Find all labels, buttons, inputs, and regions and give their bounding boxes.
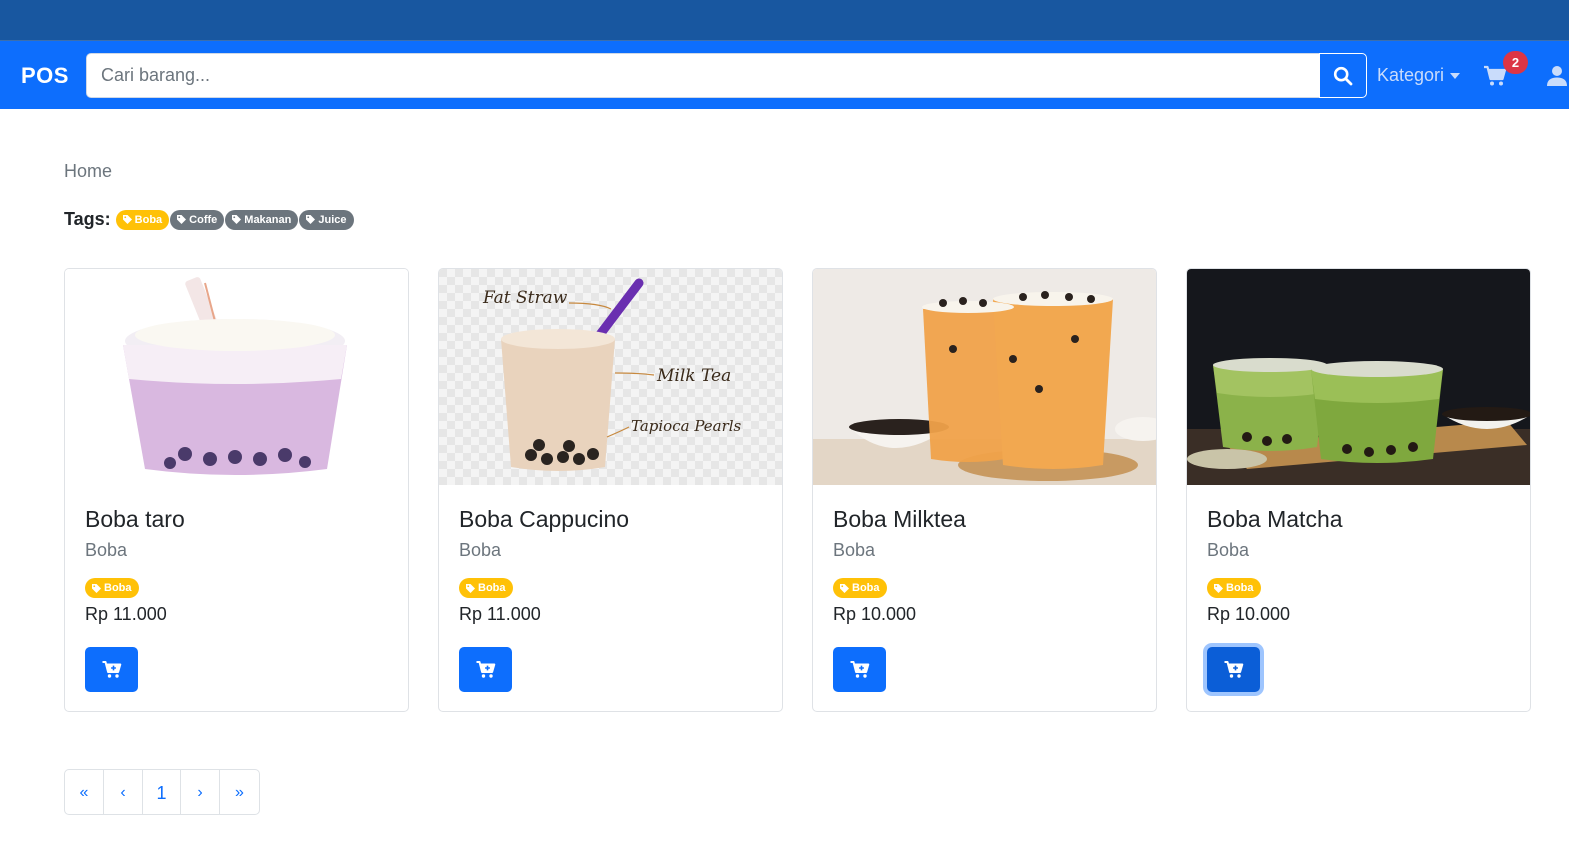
search-icon bbox=[1333, 66, 1353, 85]
add-to-cart-button[interactable] bbox=[1207, 647, 1260, 692]
breadcrumb-home[interactable]: Home bbox=[64, 161, 112, 182]
pagination-last[interactable]: » bbox=[220, 770, 259, 814]
product-card: Boba Milktea Boba Boba Rp 10.000 bbox=[812, 268, 1157, 712]
tag-icon bbox=[840, 583, 849, 593]
pagination-next[interactable]: › bbox=[181, 770, 220, 814]
tags-label: Tags: bbox=[64, 209, 111, 229]
product-category: Boba bbox=[459, 540, 502, 560]
brand-logo[interactable]: POS bbox=[21, 63, 69, 89]
tag-label: Boba bbox=[134, 213, 163, 226]
product-name[interactable]: Boba Cappucino bbox=[459, 506, 629, 533]
cart-plus-icon bbox=[850, 660, 869, 678]
kategori-label: Kategori bbox=[1377, 65, 1445, 85]
tag-icon bbox=[466, 583, 475, 593]
add-to-cart-button[interactable] bbox=[833, 647, 886, 692]
kategori-dropdown[interactable]: Kategori bbox=[1377, 65, 1461, 86]
tag-label: Makanan bbox=[244, 213, 292, 226]
tag-label: Boba bbox=[104, 582, 132, 594]
user-menu-button[interactable] bbox=[1546, 65, 1568, 87]
add-to-cart-button[interactable] bbox=[85, 647, 138, 692]
cart-plus-icon bbox=[102, 660, 121, 678]
shopping-cart-icon bbox=[1484, 65, 1507, 86]
tag-icon bbox=[306, 215, 316, 224]
image-label-tea: Milk Tea bbox=[656, 366, 731, 386]
product-tag-boba[interactable]: Boba bbox=[459, 578, 513, 598]
product-tag-boba[interactable]: Boba bbox=[1207, 578, 1261, 598]
tag-coffe[interactable]: Coffe bbox=[170, 209, 225, 230]
tag-label: Boba bbox=[852, 582, 880, 594]
product-category: Boba bbox=[1207, 540, 1250, 560]
add-to-cart-button[interactable] bbox=[459, 647, 512, 692]
tag-label: Juice bbox=[318, 213, 347, 226]
tag-label: Boba bbox=[1226, 582, 1254, 594]
cart-plus-icon bbox=[476, 660, 495, 678]
search-form bbox=[86, 53, 1367, 98]
pagination-first[interactable]: « bbox=[65, 770, 104, 814]
tag-label: Coffe bbox=[189, 213, 218, 226]
tags-row: Tags: Boba Coffe Makanan Juice bbox=[64, 209, 355, 230]
tag-juice[interactable]: Juice bbox=[299, 209, 354, 230]
cart-plus-icon bbox=[1224, 660, 1243, 678]
product-image bbox=[813, 269, 1156, 485]
pagination: « ‹ 1 › » bbox=[64, 769, 260, 815]
tag-makanan[interactable]: Makanan bbox=[225, 209, 299, 230]
tag-icon bbox=[92, 583, 101, 593]
product-card: Fat Straw Milk Tea Tapioca Pearls Boba C… bbox=[438, 268, 783, 712]
product-name[interactable]: Boba taro bbox=[85, 506, 185, 533]
product-name[interactable]: Boba Milktea bbox=[833, 506, 966, 533]
search-input[interactable] bbox=[86, 53, 1319, 98]
tag-icon bbox=[232, 215, 242, 224]
browser-top-strip bbox=[0, 0, 1569, 41]
product-tag-boba[interactable]: Boba bbox=[85, 578, 139, 598]
cart-button[interactable] bbox=[1483, 65, 1507, 89]
product-tag-boba[interactable]: Boba bbox=[833, 578, 887, 598]
product-category: Boba bbox=[85, 540, 128, 560]
search-button[interactable] bbox=[1319, 53, 1367, 98]
tag-label: Boba bbox=[478, 582, 506, 594]
tag-icon bbox=[122, 215, 132, 224]
product-card: Boba taro Boba Boba Rp 11.000 bbox=[64, 268, 409, 712]
product-name[interactable]: Boba Matcha bbox=[1207, 506, 1343, 533]
pagination-page-1[interactable]: 1 bbox=[143, 770, 181, 814]
caret-down-icon bbox=[1450, 72, 1461, 79]
product-price: Rp 11.000 bbox=[459, 604, 541, 624]
product-price: Rp 10.000 bbox=[833, 604, 917, 624]
product-image bbox=[1187, 269, 1530, 485]
tag-boba[interactable]: Boba bbox=[115, 209, 170, 230]
product-card: Boba Matcha Boba Boba Rp 10.000 bbox=[1186, 268, 1531, 712]
product-category: Boba bbox=[833, 540, 876, 560]
user-icon bbox=[1547, 66, 1567, 86]
image-label-straw: Fat Straw bbox=[482, 288, 568, 308]
tag-icon bbox=[177, 215, 187, 224]
navbar: POS Kategori 2 bbox=[0, 41, 1569, 109]
product-price: Rp 11.000 bbox=[85, 604, 167, 624]
product-price: Rp 10.000 bbox=[1207, 604, 1291, 624]
cart-count-badge: 2 bbox=[1503, 51, 1528, 74]
product-image bbox=[65, 269, 408, 485]
product-image: Fat Straw Milk Tea Tapioca Pearls bbox=[439, 269, 782, 485]
tag-icon bbox=[1214, 583, 1223, 593]
image-label-pearls: Tapioca Pearls bbox=[631, 417, 742, 435]
pagination-prev[interactable]: ‹ bbox=[104, 770, 143, 814]
